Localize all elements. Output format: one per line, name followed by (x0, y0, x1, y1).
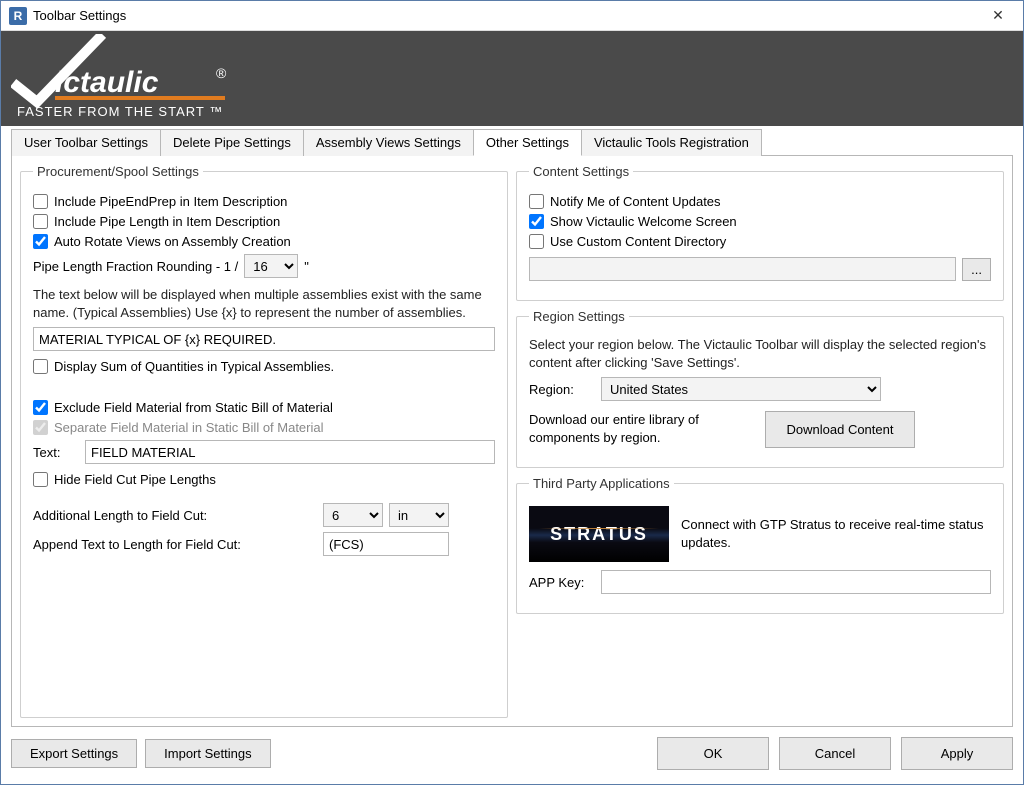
include-pipeendprep-label: Include PipeEndPrep in Item Description (54, 194, 287, 209)
typical-assembly-note: The text below will be displayed when mu… (33, 286, 495, 321)
include-pipe-length-label: Include Pipe Length in Item Description (54, 214, 280, 229)
left-column: Procurement/Spool Settings Include PipeE… (20, 164, 508, 718)
export-settings-button[interactable]: Export Settings (11, 739, 137, 768)
fraction-rounding-label: Pipe Length Fraction Rounding - 1 / (33, 259, 238, 274)
addl-length-label: Additional Length to Field Cut: (33, 508, 317, 523)
download-desc: Download our entire library of component… (529, 411, 759, 447)
download-content-button[interactable]: Download Content (765, 411, 915, 448)
display-sum-label: Display Sum of Quantities in Typical Ass… (54, 359, 334, 374)
custom-dir-input[interactable] (529, 234, 544, 249)
exclude-field-input[interactable] (33, 400, 48, 415)
content-dir-input (529, 257, 956, 281)
append-text-label: Append Text to Length for Field Cut: (33, 537, 317, 552)
tab-panel: Procurement/Spool Settings Include PipeE… (11, 155, 1013, 727)
stratus-logo: STRATUS (529, 506, 669, 562)
separate-field-label: Separate Field Material in Static Bill o… (54, 420, 324, 435)
exclude-field-checkbox[interactable]: Exclude Field Material from Static Bill … (33, 400, 333, 415)
include-pipeendprep-checkbox[interactable]: Include PipeEndPrep in Item Description (33, 194, 287, 209)
region-select[interactable]: United States (601, 377, 881, 401)
fraction-quote: " (304, 259, 309, 274)
separate-field-checkbox: Separate Field Material in Static Bill o… (33, 420, 324, 435)
app-key-label: APP Key: (529, 575, 595, 590)
custom-dir-label: Use Custom Content Directory (550, 234, 726, 249)
region-desc: Select your region below. The Victaulic … (529, 336, 991, 371)
third-party-legend: Third Party Applications (529, 476, 674, 491)
ok-button[interactable]: OK (657, 737, 769, 770)
tab-user-toolbar[interactable]: User Toolbar Settings (11, 129, 161, 156)
stratus-desc: Connect with GTP Stratus to receive real… (681, 516, 991, 552)
procurement-legend: Procurement/Spool Settings (33, 164, 203, 179)
auto-rotate-input[interactable] (33, 234, 48, 249)
field-text-input[interactable] (85, 440, 495, 464)
welcome-screen-input[interactable] (529, 214, 544, 229)
content-settings-group: Content Settings Notify Me of Content Up… (516, 164, 1004, 301)
tagline-text: FASTER FROM THE START ™ (17, 104, 223, 119)
addl-length-unit-select[interactable]: in (389, 503, 449, 527)
right-column: Content Settings Notify Me of Content Up… (516, 164, 1004, 718)
auto-rotate-checkbox[interactable]: Auto Rotate Views on Assembly Creation (33, 234, 291, 249)
region-settings-group: Region Settings Select your region below… (516, 309, 1004, 468)
exclude-field-label: Exclude Field Material from Static Bill … (54, 400, 333, 415)
hide-field-cut-label: Hide Field Cut Pipe Lengths (54, 472, 216, 487)
include-pipe-length-checkbox[interactable]: Include Pipe Length in Item Description (33, 214, 280, 229)
hide-field-cut-checkbox[interactable]: Hide Field Cut Pipe Lengths (33, 472, 216, 487)
custom-dir-checkbox[interactable]: Use Custom Content Directory (529, 234, 726, 249)
region-settings-legend: Region Settings (529, 309, 629, 324)
victaulic-logo: ictaulic ® FASTER FROM THE START ™ (11, 34, 241, 120)
display-sum-checkbox[interactable]: Display Sum of Quantities in Typical Ass… (33, 359, 334, 374)
field-text-label: Text: (33, 445, 79, 460)
app-icon: R (9, 7, 27, 25)
hide-field-cut-input[interactable] (33, 472, 48, 487)
third-party-group: Third Party Applications STRATUS Connect… (516, 476, 1004, 614)
app-key-input[interactable] (601, 570, 991, 594)
fraction-rounding-select[interactable]: 16 (244, 254, 298, 278)
separate-field-input (33, 420, 48, 435)
procurement-group: Procurement/Spool Settings Include PipeE… (20, 164, 508, 718)
typical-text-input[interactable] (33, 327, 495, 351)
content-settings-legend: Content Settings (529, 164, 633, 179)
tab-assembly-views[interactable]: Assembly Views Settings (303, 129, 474, 156)
display-sum-input[interactable] (33, 359, 48, 374)
cancel-button[interactable]: Cancel (779, 737, 891, 770)
tabstrip: User Toolbar Settings Delete Pipe Settin… (11, 128, 1013, 155)
include-pipe-length-input[interactable] (33, 214, 48, 229)
tab-other-settings[interactable]: Other Settings (473, 129, 582, 156)
auto-rotate-label: Auto Rotate Views on Assembly Creation (54, 234, 291, 249)
apply-button[interactable]: Apply (901, 737, 1013, 770)
browse-button[interactable]: ... (962, 258, 991, 281)
stratus-logo-text: STRATUS (550, 524, 648, 545)
welcome-screen-checkbox[interactable]: Show Victaulic Welcome Screen (529, 214, 737, 229)
region-label: Region: (529, 382, 595, 397)
dialog-footer: Export Settings Import Settings OK Cance… (1, 727, 1023, 784)
brand-banner: ictaulic ® FASTER FROM THE START ™ (1, 31, 1023, 126)
svg-text:®: ® (216, 65, 227, 81)
import-settings-button[interactable]: Import Settings (145, 739, 270, 768)
notify-updates-label: Notify Me of Content Updates (550, 194, 721, 209)
tab-registration[interactable]: Victaulic Tools Registration (581, 129, 762, 156)
dialog-window: R Toolbar Settings ✕ ictaulic ® FASTER F… (0, 0, 1024, 785)
notify-updates-checkbox[interactable]: Notify Me of Content Updates (529, 194, 721, 209)
append-text-input[interactable] (323, 532, 449, 556)
titlebar: R Toolbar Settings ✕ (1, 1, 1023, 31)
svg-text:ictaulic: ictaulic (55, 66, 159, 99)
include-pipeendprep-input[interactable] (33, 194, 48, 209)
content-area: User Toolbar Settings Delete Pipe Settin… (1, 126, 1023, 727)
tab-delete-pipe[interactable]: Delete Pipe Settings (160, 129, 304, 156)
addl-length-value-select[interactable]: 6 (323, 503, 383, 527)
window-title: Toolbar Settings (33, 8, 981, 23)
welcome-screen-label: Show Victaulic Welcome Screen (550, 214, 737, 229)
notify-updates-input[interactable] (529, 194, 544, 209)
close-icon[interactable]: ✕ (981, 5, 1015, 27)
